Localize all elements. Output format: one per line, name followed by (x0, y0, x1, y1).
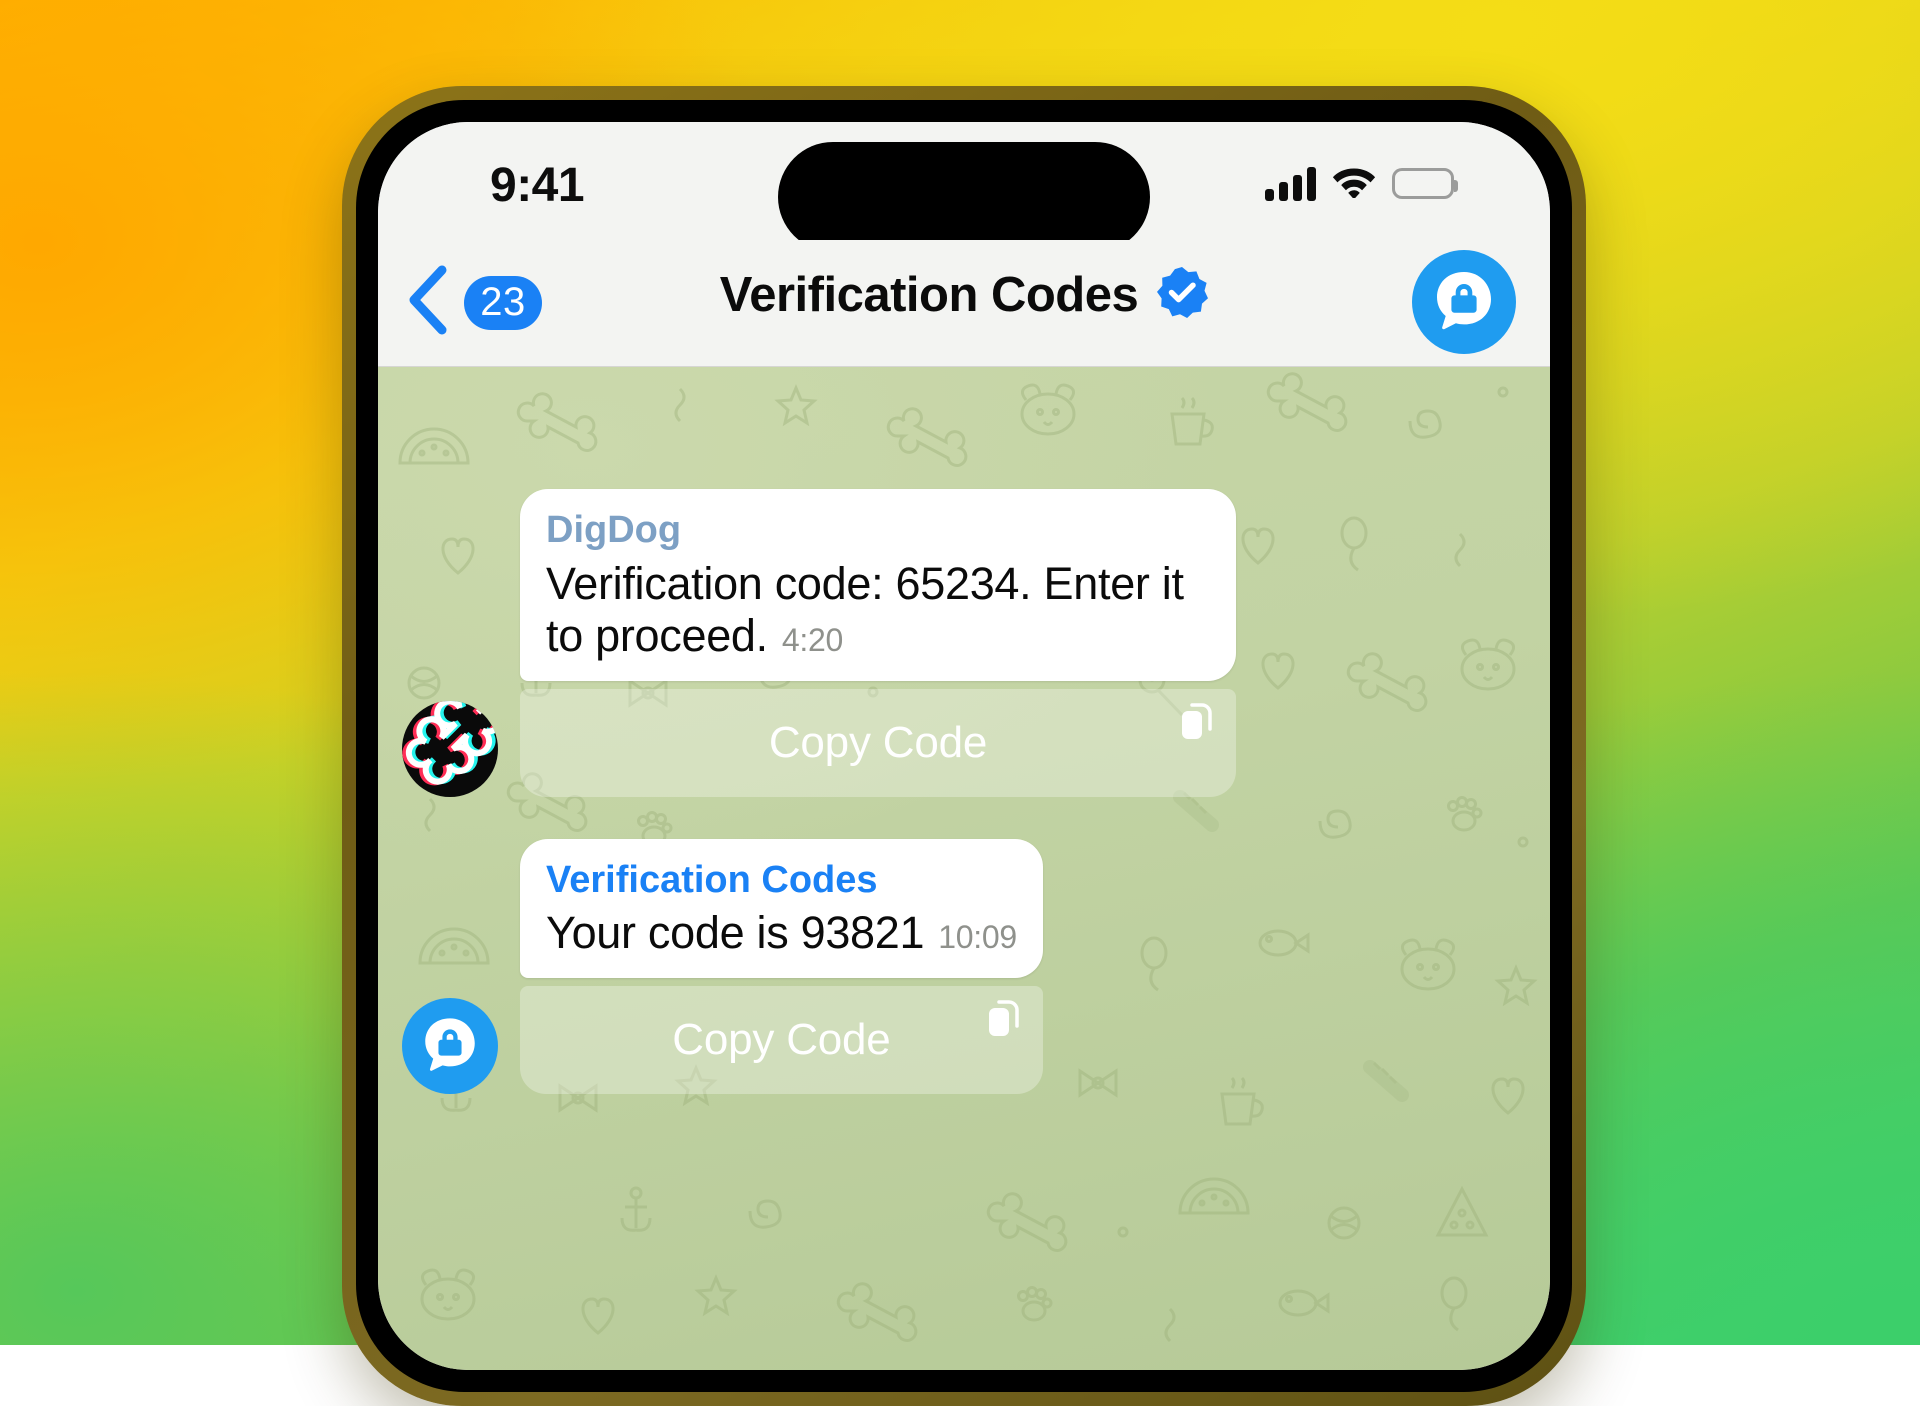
phone-frame: 9:41 23 Verification Codes DigDog Verifi… (342, 86, 1586, 1406)
lock-chat-avatar-icon (417, 1011, 483, 1082)
message-bubble[interactable]: DigDog Verification code: 65234. Enter i… (520, 489, 1236, 681)
message-body: Verification code: 65234. Enter it to pr… (546, 557, 1184, 662)
cellular-signal-icon (1265, 166, 1316, 201)
digdog-bone-avatar[interactable] (402, 700, 498, 797)
nav-title-group[interactable]: Verification Codes (378, 266, 1550, 323)
message-timestamp: 4:20 (781, 622, 843, 659)
wifi-icon (1332, 164, 1376, 203)
message-sender-name: DigDog (546, 509, 682, 551)
dynamic-island (778, 142, 1150, 252)
phone-screen: 9:41 23 Verification Codes DigDog Verifi… (378, 122, 1550, 1370)
verification-codes-avatar[interactable] (402, 998, 498, 1095)
page-title: Verification Codes (719, 267, 1139, 322)
copy-icon (987, 1000, 1021, 1038)
message-body: Your code is 93821 (546, 907, 925, 959)
message-row: DigDog Verification code: 65234. Enter i… (378, 489, 1550, 797)
copy-code-button[interactable]: Copy Code (520, 688, 1236, 797)
message-text-wrap: Verification code: 65234. Enter it to pr… (546, 558, 1210, 663)
chat-avatar-button[interactable] (1412, 250, 1516, 354)
copy-code-label: Copy Code (768, 717, 988, 767)
chat-nav-bar: 23 Verification Codes (378, 240, 1550, 367)
message-bubble-stack: DigDog Verification code: 65234. Enter i… (520, 489, 1236, 797)
message-bubble[interactable]: Verification Codes Your code is 93821 10:… (520, 838, 1043, 979)
message-sender-name: Verification Codes (546, 858, 878, 901)
phone-bezel: 9:41 23 Verification Codes DigDog Verifi… (356, 100, 1572, 1392)
status-bar: 9:41 (378, 122, 1550, 252)
copy-code-label: Copy Code (672, 1015, 891, 1065)
status-bar-icons (1265, 164, 1458, 203)
lock-chat-avatar-icon (1428, 264, 1500, 341)
message-row: Verification Codes Your code is 93821 10:… (378, 838, 1550, 1095)
chat-scroll-area[interactable]: DigDog Verification code: 65234. Enter i… (378, 367, 1550, 1370)
message-bubble-stack: Verification Codes Your code is 93821 10:… (520, 838, 1043, 1095)
message-list: DigDog Verification code: 65234. Enter i… (378, 367, 1550, 1370)
status-bar-time: 9:41 (490, 159, 585, 212)
copy-icon (1180, 703, 1214, 741)
copy-code-button[interactable]: Copy Code (520, 986, 1043, 1095)
battery-full-icon (1392, 168, 1458, 199)
verified-badge-icon (1156, 266, 1209, 323)
message-timestamp: 10:09 (938, 919, 1017, 956)
message-text-wrap: Your code is 93821 10:09 (546, 907, 1017, 960)
